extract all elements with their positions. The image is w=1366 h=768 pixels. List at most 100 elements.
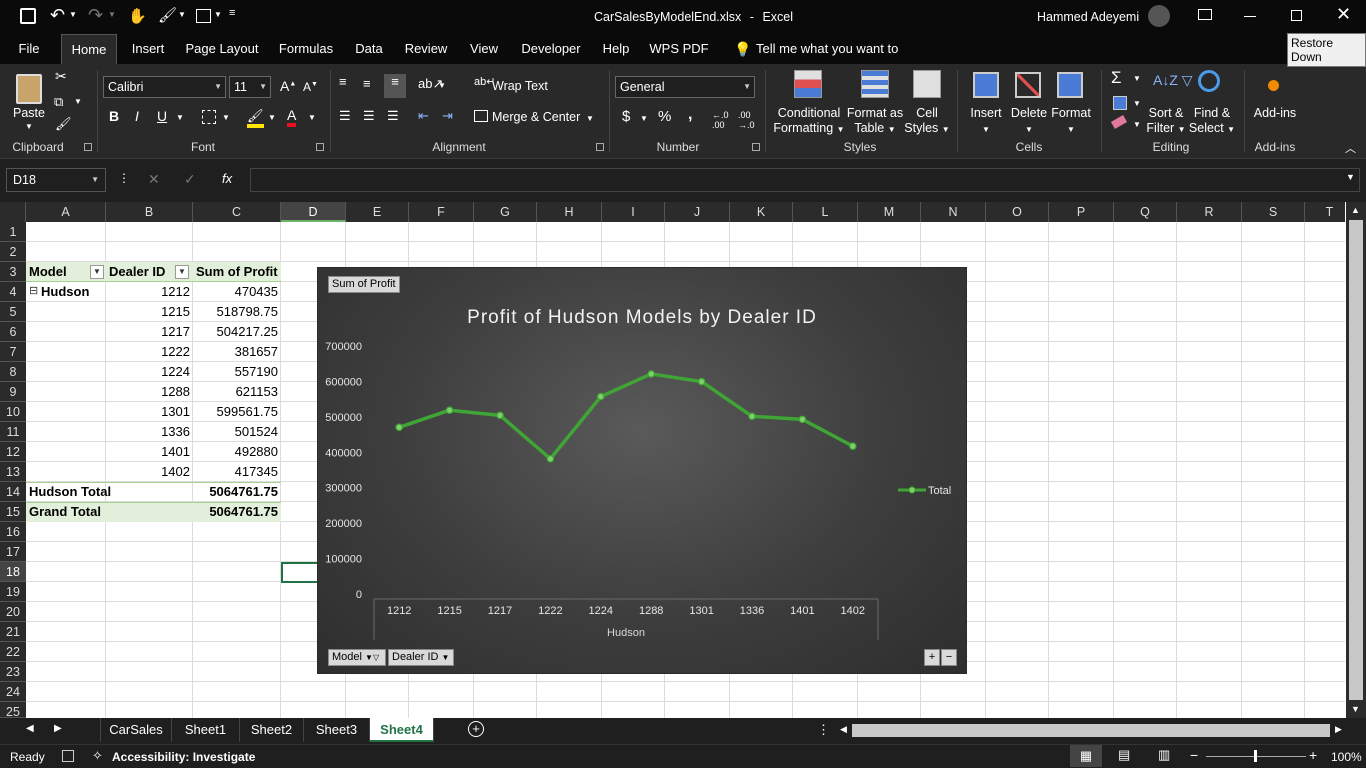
row-header-13[interactable]: 13 [0, 462, 26, 482]
row-header-19[interactable]: 19 [0, 582, 26, 602]
borders-dropdown-icon[interactable]: ▼ [214, 10, 222, 19]
delete-cells-icon[interactable] [1015, 72, 1041, 98]
data-point-marker[interactable] [496, 411, 504, 420]
data-point-marker[interactable] [596, 392, 605, 401]
tab-review[interactable]: Review [400, 34, 452, 64]
pivot-profit[interactable]: 557190 [193, 362, 281, 382]
autosum-dropdown-icon[interactable]: ▼ [1133, 74, 1141, 83]
insert-button[interactable]: Insert ▼ [966, 106, 1006, 137]
accessibility-status[interactable]: Accessibility: Investigate [112, 750, 255, 764]
vertical-scrollbar[interactable]: ▲ ▼ [1346, 202, 1366, 718]
next-sheet-icon[interactable]: ▶ [54, 723, 62, 734]
column-header-i[interactable]: I [602, 202, 665, 222]
pivot-chart[interactable]: Sum of Profit Profit of Hudson Models by… [317, 267, 967, 674]
pivot-subtotal-label[interactable]: Hudson Total [26, 482, 146, 502]
currency-dropdown-icon[interactable]: ▼ [640, 114, 648, 123]
dealer-id-filter-button[interactable]: Dealer ID ▼ [388, 649, 454, 666]
fill-icon[interactable] [1113, 96, 1127, 110]
fill-dropdown-icon[interactable]: ▼ [178, 10, 186, 19]
data-point-marker[interactable] [848, 442, 857, 450]
currency-button[interactable]: $ [622, 108, 630, 125]
number-launcher-icon[interactable] [752, 143, 760, 151]
zoom-in-icon[interactable]: + [1309, 747, 1317, 763]
clear-icon[interactable] [1110, 115, 1128, 129]
add-sheet-icon[interactable]: + [468, 721, 484, 737]
conditional-formatting-button[interactable]: Conditional Formatting ▼ [770, 106, 848, 137]
pivot-profit[interactable]: 381657 [193, 342, 281, 362]
scroll-down-icon[interactable]: ▼ [1351, 704, 1360, 714]
column-header-a[interactable]: A [26, 202, 106, 222]
underline-dropdown-icon[interactable]: ▼ [176, 113, 184, 122]
avatar[interactable] [1148, 5, 1170, 27]
macro-record-icon[interactable] [62, 750, 74, 762]
tab-help[interactable]: Help [598, 34, 634, 64]
pivot-profit[interactable]: 504217.25 [193, 322, 281, 342]
scroll-left-icon[interactable]: ◀ [840, 724, 847, 735]
normal-view-icon[interactable]: ▦ [1070, 745, 1102, 767]
format-as-table-icon[interactable] [861, 70, 889, 98]
row-header-3[interactable]: 3 [0, 262, 26, 282]
tab-wps-pdf[interactable]: WPS PDF [648, 34, 710, 64]
font-color-dropdown-icon[interactable]: ▼ [308, 113, 316, 122]
row-header-18[interactable]: 18 [0, 562, 26, 582]
sheet-tab-carsales[interactable]: CarSales [100, 718, 172, 742]
format-cells-icon[interactable] [1057, 72, 1083, 98]
data-point-marker[interactable] [647, 370, 656, 378]
prev-sheet-icon[interactable]: ◀ [26, 723, 34, 734]
column-header-l[interactable]: L [793, 202, 858, 222]
row-header-4[interactable]: 4 [0, 282, 26, 302]
tab-file[interactable]: File [10, 34, 48, 64]
paste-dropdown-icon[interactable]: ▼ [25, 122, 33, 131]
paste-icon[interactable] [16, 74, 42, 104]
row-header-10[interactable]: 10 [0, 402, 26, 422]
column-header-m[interactable]: M [858, 202, 921, 222]
touch-mode-icon[interactable]: ✋ [128, 7, 147, 25]
row-header-1[interactable]: 1 [0, 222, 26, 242]
number-format-select[interactable]: General ▼ [615, 76, 755, 98]
tab-developer[interactable]: Developer [516, 34, 586, 64]
collapse-icon[interactable]: ⊟ [29, 284, 38, 297]
expand-field-button[interactable]: + [924, 649, 940, 666]
add-ins-button[interactable]: Add-ins [1250, 106, 1300, 121]
cell-styles-icon[interactable] [913, 70, 941, 98]
data-point-marker[interactable] [395, 423, 404, 432]
pivot-grand-value[interactable]: 5064761.75 [193, 502, 281, 522]
pivot-dealer-id[interactable]: 1212 [106, 282, 193, 302]
collapse-field-button[interactable]: − [941, 649, 957, 666]
merge-center-button[interactable]: Merge & Center [492, 110, 580, 125]
zoom-out-icon[interactable]: − [1190, 747, 1198, 763]
clear-dropdown-icon[interactable]: ▼ [1133, 120, 1141, 129]
find-select-icon[interactable] [1198, 70, 1220, 92]
more-options-icon[interactable]: ⋮ [817, 722, 830, 738]
wrap-text-button[interactable]: Wrap Text [492, 79, 548, 94]
zoom-level[interactable]: 100% [1331, 750, 1362, 764]
pivot-profit[interactable]: 417345 [193, 462, 281, 482]
align-bottom-icon[interactable]: ≡ [384, 74, 406, 98]
row-header-25[interactable]: 25 [0, 702, 26, 719]
model-filter-button[interactable]: Model ▼▽ [328, 649, 386, 666]
formula-input[interactable] [250, 168, 1360, 192]
align-left-icon[interactable]: ☰ [339, 108, 351, 124]
save-icon[interactable] [20, 8, 36, 24]
filter-dropdown-icon[interactable]: ▼ [90, 265, 104, 279]
alignment-launcher-icon[interactable] [596, 143, 604, 151]
tab-page-layout[interactable]: Page Layout [182, 34, 262, 64]
cell-styles-button[interactable]: Cell Styles ▼ [902, 106, 952, 137]
row-header-15[interactable]: 15 [0, 502, 26, 522]
format-painter-icon[interactable]: 🖌 [55, 116, 72, 132]
italic-button[interactable]: I [135, 108, 139, 124]
tab-view[interactable]: View [464, 34, 504, 64]
user-name[interactable]: Hammed Adeyemi [1037, 10, 1139, 24]
page-layout-view-icon[interactable]: ▤ [1118, 747, 1130, 763]
row-header-14[interactable]: 14 [0, 482, 26, 502]
insert-function-button[interactable]: fx [222, 171, 232, 186]
column-header-g[interactable]: G [474, 202, 537, 222]
align-right-icon[interactable]: ☰ [387, 108, 399, 124]
increase-decimal-icon[interactable]: ←.0.00 [712, 110, 729, 130]
insert-cells-icon[interactable] [973, 72, 999, 98]
underline-button[interactable]: U [157, 108, 167, 124]
pivot-dealer-id[interactable]: 1215 [106, 302, 193, 322]
redo-dropdown-icon[interactable]: ▼ [108, 10, 116, 19]
row-header-20[interactable]: 20 [0, 602, 26, 622]
sheet-tab-sheet1[interactable]: Sheet1 [172, 718, 240, 742]
